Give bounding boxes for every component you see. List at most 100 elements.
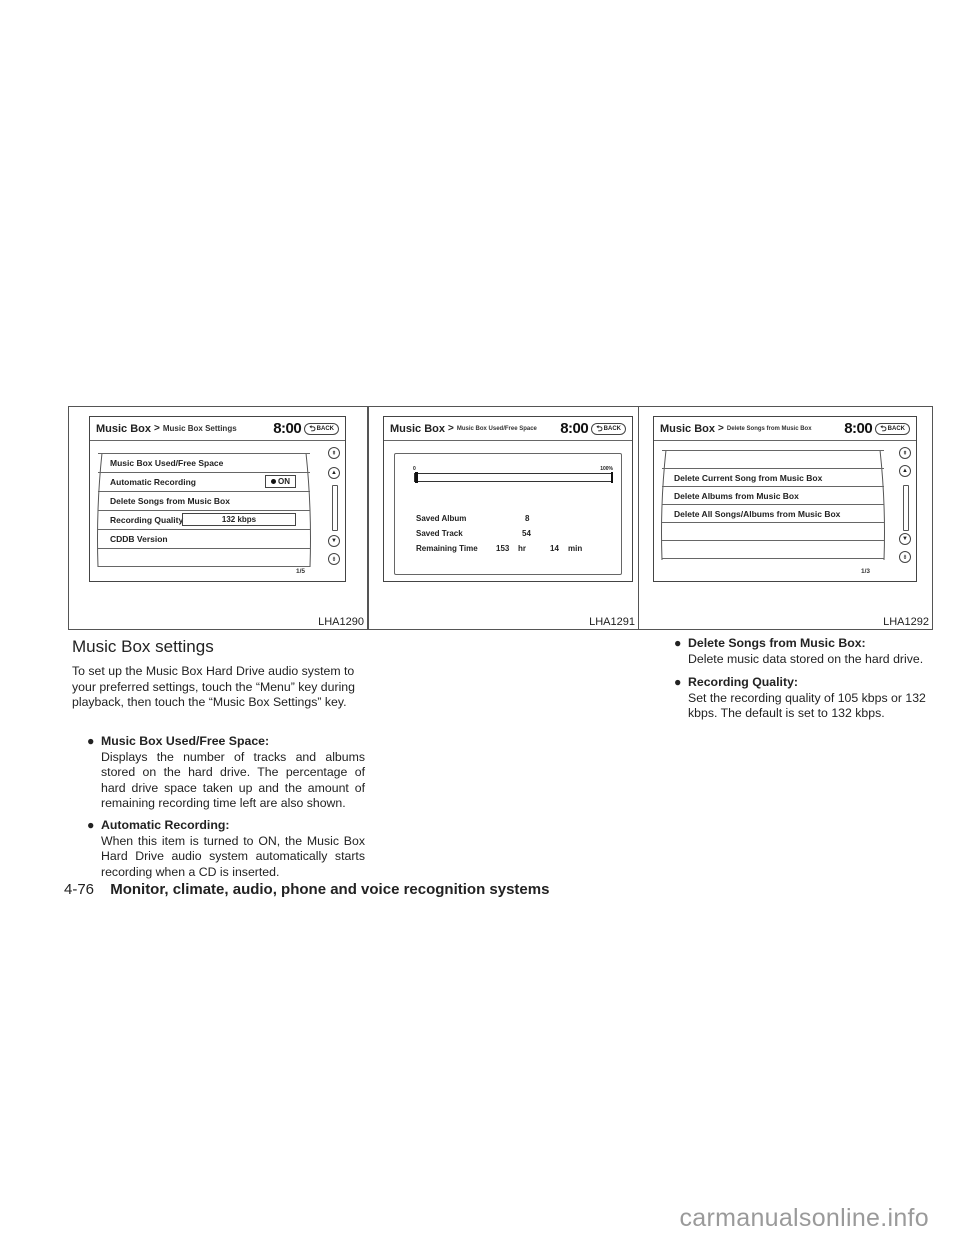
menu-item-delete-current-song[interactable]: Delete Current Song from Music Box (662, 468, 884, 487)
scroll-track[interactable] (332, 485, 338, 531)
page-indicator: 1/5 (295, 568, 305, 575)
menu-item-label: CDDB Version (110, 534, 168, 544)
section-heading: Music Box settings (72, 637, 214, 656)
menu-item-empty (662, 522, 884, 541)
scrollbar[interactable]: ⇞ ▲ ▼ ⇟ (328, 447, 342, 567)
bullet-text: Set the recording quality of 105 kbps or… (688, 690, 926, 721)
back-button[interactable]: ⮌ BACK (875, 422, 910, 435)
saved-album-label: Saved Album (416, 514, 467, 523)
figure-code: LHA1290 (318, 616, 364, 628)
scrollbar[interactable]: ⇞ ▲ ▼ ⇟ (899, 447, 913, 567)
page-indicator: 1/3 (860, 568, 870, 575)
figure-used-free-space: Music Box > Music Box Used/Free Space 8:… (368, 406, 639, 630)
clock: 8:00 (273, 420, 302, 437)
menu-item-delete-all[interactable]: Delete All Songs/Albums from Music Box (662, 504, 884, 523)
screen-used-free-space: Music Box > Music Box Used/Free Space 8:… (383, 416, 633, 582)
scroll-top-icon[interactable]: ⇞ (328, 447, 340, 459)
bullet-title: Music Box Used/Free Space: (101, 734, 270, 748)
back-arrow-icon: ⮌ (309, 423, 316, 433)
intro-paragraph: To set up the Music Box Hard Drive audio… (72, 664, 355, 709)
remaining-hours-unit: hr (518, 544, 526, 553)
breadcrumb-current: Delete Songs from Music Box (726, 425, 812, 432)
scroll-up-icon[interactable]: ▲ (899, 465, 911, 477)
menu-item-label: Delete All Songs/Albums from Music Box (674, 509, 841, 519)
menu-item-delete-albums[interactable]: Delete Albums from Music Box (662, 486, 884, 505)
figure-code: LHA1291 (589, 616, 635, 628)
screen-delete-songs: Music Box > Delete Songs from Music Box … (653, 416, 917, 582)
menu-item-label: Music Box Used/Free Space (110, 458, 224, 468)
menu-item-empty (662, 540, 884, 559)
menu-item-recording-quality[interactable]: Recording Quality 132 kbps (98, 510, 310, 529)
menu-item-label: Delete Albums from Music Box (674, 491, 799, 501)
figure-code: LHA1292 (883, 616, 929, 628)
menu-item-label: Delete Songs from Music Box (110, 496, 230, 506)
watermark: carmanualsonline.info (679, 1204, 929, 1232)
scroll-track[interactable] (903, 485, 909, 531)
menu-item-delete-songs[interactable]: Delete Songs from Music Box (98, 491, 310, 510)
scroll-down-icon[interactable]: ▼ (899, 533, 911, 545)
clock: 8:00 (844, 420, 873, 437)
delete-list: Delete Current Song from Music Box Delet… (661, 450, 885, 560)
bullet-recording-quality: ● Recording Quality: Set the recording q… (674, 675, 944, 722)
menu-item-empty (98, 548, 310, 567)
bullet-text: Delete music data stored on the hard dri… (688, 651, 924, 666)
breadcrumb-separator: > (448, 423, 454, 434)
scroll-up-icon[interactable]: ▲ (328, 467, 340, 479)
back-arrow-icon: ⮌ (880, 423, 887, 433)
clock: 8:00 (560, 420, 589, 437)
screen-header: Music Box > Music Box Used/Free Space 8:… (384, 417, 632, 441)
indicator-dot-icon (271, 479, 276, 484)
page-footer: 4-76 Monitor, climate, audio, phone and … (64, 881, 549, 898)
saved-track-label: Saved Track (416, 529, 463, 538)
menu-item-used-free-space[interactable]: Music Box Used/Free Space (98, 453, 310, 472)
remaining-time-label: Remaining Time (416, 544, 478, 553)
settings-list: Music Box Used/Free Space Automatic Reco… (97, 453, 311, 567)
breadcrumb-current: Music Box Settings (162, 424, 237, 433)
menu-item-label: Recording Quality (110, 515, 184, 525)
remaining-minutes: 14 (550, 544, 559, 553)
back-label: BACK (887, 425, 905, 432)
scroll-bottom-icon[interactable]: ⇟ (899, 551, 911, 563)
page-number: 4-76 (64, 881, 95, 898)
breadcrumb-separator: > (154, 423, 160, 434)
remaining-hours: 153 (496, 544, 510, 553)
breadcrumb-root: Music Box (390, 422, 446, 435)
back-label: BACK (603, 425, 621, 432)
automatic-recording-toggle[interactable]: ON (265, 475, 296, 488)
bullet-icon: ● (674, 636, 682, 650)
saved-track-value: 54 (522, 529, 531, 538)
back-arrow-icon: ⮌ (596, 423, 603, 433)
scroll-top-icon[interactable]: ⇞ (899, 447, 911, 459)
back-label: BACK (316, 425, 334, 432)
chapter-title: Monitor, climate, audio, phone and voice… (110, 881, 550, 898)
back-button[interactable]: ⮌ BACK (591, 422, 626, 435)
menu-item-cddb-version[interactable]: CDDB Version (98, 529, 310, 548)
bullet-icon: ● (87, 734, 95, 748)
usage-bar (414, 472, 613, 483)
menu-item-automatic-recording[interactable]: Automatic Recording ON (98, 472, 310, 491)
scroll-down-icon[interactable]: ▼ (328, 535, 340, 547)
bullet-title: Automatic Recording: (101, 818, 230, 832)
usage-bar-end-mark (611, 472, 613, 483)
bullet-text: When this item is turned to ON, the Musi… (101, 833, 365, 879)
screen-music-box-settings: Music Box > Music Box Settings 8:00 ⮌ BA… (89, 416, 346, 582)
breadcrumb-root: Music Box (660, 422, 716, 435)
usage-bar-fill (415, 472, 418, 483)
breadcrumb-separator: > (718, 423, 724, 434)
bullet-automatic-recording: ● Automatic Recording: When this item is… (87, 818, 365, 880)
figure-music-box-settings: Music Box > Music Box Settings 8:00 ⮌ BA… (68, 406, 368, 630)
bullet-icon: ● (87, 818, 95, 832)
figure-delete-songs: Music Box > Delete Songs from Music Box … (638, 406, 933, 630)
menu-item-label: Delete Current Song from Music Box (674, 473, 823, 483)
screen-header: Music Box > Delete Songs from Music Box … (654, 417, 916, 441)
toggle-state: ON (278, 477, 290, 486)
bullet-title: Delete Songs from Music Box: (688, 636, 866, 650)
remaining-minutes-unit: min (568, 544, 583, 553)
bullet-delete-songs: ● Delete Songs from Music Box: Delete mu… (674, 636, 944, 667)
menu-item-empty (662, 450, 884, 469)
back-button[interactable]: ⮌ BACK (304, 422, 339, 435)
breadcrumb-current: Music Box Used/Free Space (456, 425, 537, 432)
recording-quality-value[interactable]: 132 kbps (182, 513, 296, 526)
breadcrumb-root: Music Box (96, 422, 152, 435)
scroll-bottom-icon[interactable]: ⇟ (328, 553, 340, 565)
